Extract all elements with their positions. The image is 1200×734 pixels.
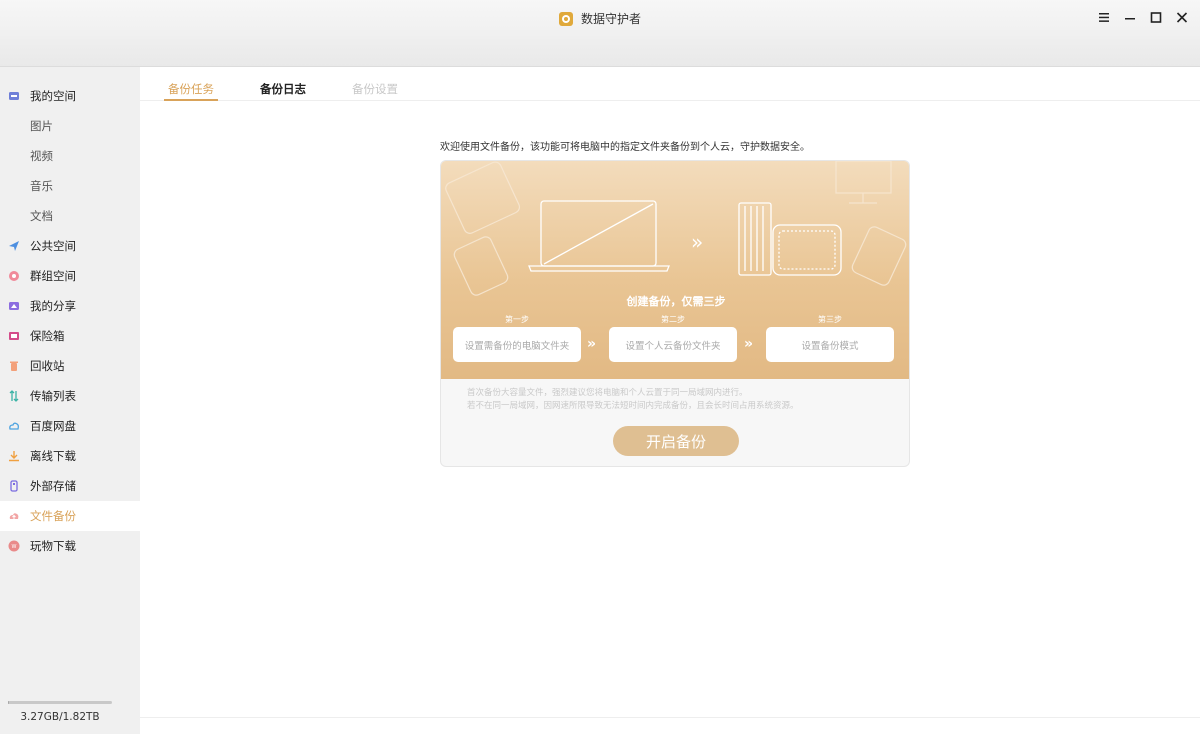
external-storage-icon xyxy=(8,480,20,492)
sidebar-item-label: 保险箱 xyxy=(30,329,65,343)
minimize-icon[interactable] xyxy=(1122,9,1138,25)
sidebar-item-label: 图片 xyxy=(30,119,53,133)
divider xyxy=(140,717,1200,718)
baidu-cloud-icon xyxy=(8,420,20,432)
sidebar-item-documents[interactable]: 文档 xyxy=(0,201,140,231)
sidebar-item-label: 玩物下载 xyxy=(30,539,76,553)
sidebar-item-external-storage[interactable]: 外部存储 xyxy=(0,471,140,501)
steps-title: 创建备份，仅需三步 xyxy=(626,295,726,308)
tab-backup-log[interactable]: 备份日志 xyxy=(260,81,306,101)
start-backup-button[interactable]: 开启备份 xyxy=(613,426,739,456)
step-1-label: 第一步 xyxy=(505,315,529,324)
safe-icon xyxy=(8,330,20,342)
step-2-button[interactable]: 设置个人云备份文件夹 xyxy=(609,327,737,362)
public-space-icon xyxy=(8,240,20,252)
tab-backup-tasks[interactable]: 备份任务 xyxy=(164,81,218,101)
note-line: 首次备份大容量文件，强烈建议您将电脑和个人云置于同一局域网内进行。 xyxy=(467,388,748,398)
file-backup-icon xyxy=(8,510,20,522)
transfer-icon xyxy=(8,390,20,402)
sidebar-item-label: 我的分享 xyxy=(30,299,76,313)
note-line: 若不在同一局域网，因网速所限导致无法短时间内完成备份，且会长时间占用系统资源。 xyxy=(467,401,799,411)
sidebar-item-label: 百度网盘 xyxy=(30,419,76,433)
sidebar-item-my-share[interactable]: 我的分享 xyxy=(0,291,140,321)
storage-usage-text: 3.27GB/1.82TB xyxy=(20,711,100,723)
storage-usage-bar xyxy=(8,701,112,704)
sidebar-item-file-backup[interactable]: 文件备份 xyxy=(0,501,140,531)
sidebar-item-baidu-cloud[interactable]: 百度网盘 xyxy=(0,411,140,441)
sidebar-item-offline-download[interactable]: 离线下载 xyxy=(0,441,140,471)
sidebar-item-label: 外部存储 xyxy=(30,479,76,493)
sidebar-item-label: 群组空间 xyxy=(30,269,76,283)
sidebar: 我的空间 图片 视频 音乐 文档 公共空间 群组空间 我的分享 保险箱 回收站 … xyxy=(0,67,140,734)
sidebar-item-my-space[interactable]: 我的空间 xyxy=(0,81,140,111)
intro-text: 欢迎使用文件备份，该功能可将电脑中的指定文件夹备份到个人云，守护数据安全。 xyxy=(440,142,810,153)
sidebar-item-label: 传输列表 xyxy=(30,389,76,403)
close-icon[interactable] xyxy=(1174,9,1190,25)
app-logo-icon xyxy=(558,11,573,26)
sidebar-item-label: 回收站 xyxy=(30,359,65,373)
trash-icon xyxy=(8,360,20,372)
share-icon xyxy=(8,300,20,312)
window-title: 数据守护者 xyxy=(0,10,1200,27)
sidebar-item-safe[interactable]: 保险箱 xyxy=(0,321,140,351)
svg-text:»: » xyxy=(691,230,703,254)
sidebar-item-transfer-list[interactable]: 传输列表 xyxy=(0,381,140,411)
sidebar-item-public-space[interactable]: 公共空间 xyxy=(0,231,140,261)
sidebar-item-label: 文档 xyxy=(30,209,53,223)
backup-banner: » 创建备份，仅需三步 第一步 设置需备份的电脑文件夹 » 第二步 设置个人云备… xyxy=(441,161,909,379)
sidebar-item-pictures[interactable]: 图片 xyxy=(0,111,140,141)
group-space-icon xyxy=(8,270,20,282)
sidebar-item-label: 视频 xyxy=(30,149,53,163)
sidebar-item-wanwu-download[interactable]: W 玩物下载 xyxy=(0,531,140,561)
backup-notes: 首次备份大容量文件，强烈建议您将电脑和个人云置于同一局域网内进行。 若不在同一局… xyxy=(467,387,799,413)
main-panel: 备份任务 备份日志 备份设置 欢迎使用文件备份，该功能可将电脑中的指定文件夹备份… xyxy=(140,67,1200,734)
svg-text:W: W xyxy=(12,544,17,550)
step-1-button[interactable]: 设置需备份的电脑文件夹 xyxy=(453,327,581,362)
sidebar-item-label: 我的空间 xyxy=(30,89,76,103)
step-arrow-icon: » xyxy=(587,336,596,352)
step-2-label: 第二步 xyxy=(661,315,685,324)
backup-guide-card: » 创建备份，仅需三步 第一步 设置需备份的电脑文件夹 » 第二步 设置个人云备… xyxy=(440,160,910,467)
sidebar-item-trash[interactable]: 回收站 xyxy=(0,351,140,381)
tab-bar: 备份任务 备份日志 备份设置 xyxy=(140,67,1200,101)
step-3-button[interactable]: 设置备份模式 xyxy=(766,327,894,362)
title-bar: 数据守护者 xyxy=(0,0,1200,67)
window-controls xyxy=(1096,9,1190,25)
step-3-label: 第三步 xyxy=(818,315,842,324)
maximize-icon[interactable] xyxy=(1148,9,1164,25)
sidebar-item-videos[interactable]: 视频 xyxy=(0,141,140,171)
offline-download-icon xyxy=(8,450,20,462)
sidebar-item-label: 文件备份 xyxy=(30,509,76,523)
sidebar-item-label: 离线下载 xyxy=(30,449,76,463)
step-arrow-icon: » xyxy=(744,336,753,352)
sidebar-item-group-space[interactable]: 群组空间 xyxy=(0,261,140,291)
app-title-text: 数据守护者 xyxy=(580,12,641,26)
menu-icon[interactable] xyxy=(1096,9,1112,25)
sidebar-item-music[interactable]: 音乐 xyxy=(0,171,140,201)
sidebar-item-label: 音乐 xyxy=(30,179,53,193)
tab-backup-settings[interactable]: 备份设置 xyxy=(352,81,398,101)
my-space-icon xyxy=(8,90,20,102)
wanwu-download-icon: W xyxy=(8,540,20,552)
sidebar-item-label: 公共空间 xyxy=(30,239,76,253)
